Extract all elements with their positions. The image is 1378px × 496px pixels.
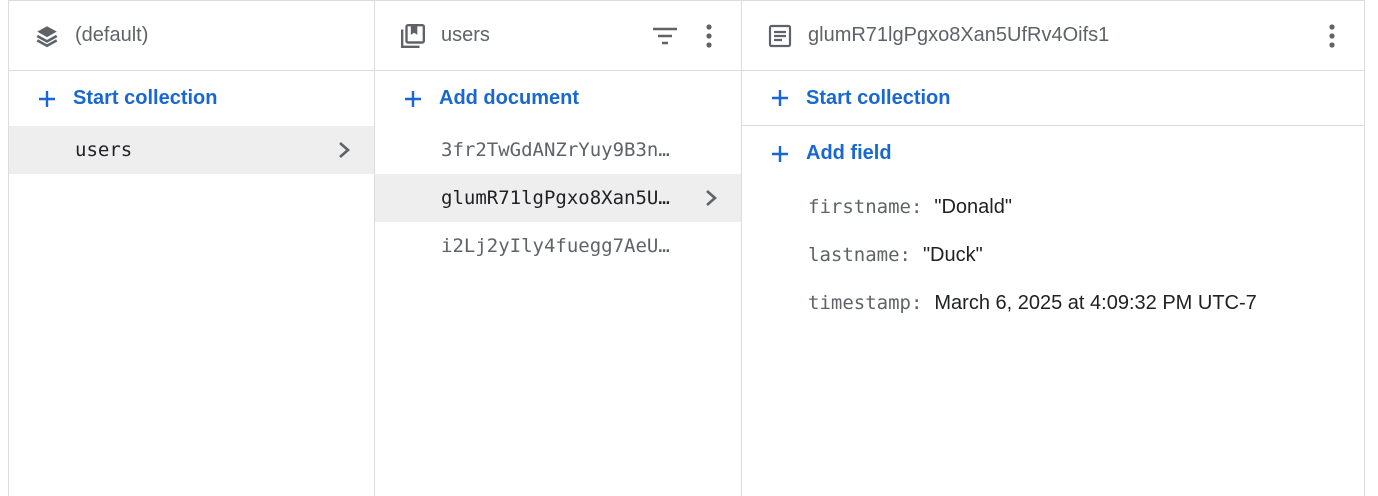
- document-panel-header: glumR71lgPgxo8Xan5UfRv4Oifs1: [742, 1, 1364, 71]
- chevron-right-icon: [332, 138, 356, 162]
- field-value: "Duck": [922, 243, 983, 266]
- database-panel: (default) Start collection users: [8, 0, 374, 496]
- plus-icon: [768, 86, 792, 110]
- field-value: March 6, 2025 at 4:09:32 PM UTC-7: [934, 291, 1257, 314]
- more-vert-icon[interactable]: [1314, 18, 1350, 54]
- document-panel: glumR71lgPgxo8Xan5UfRv4Oifs1 Start colle…: [741, 0, 1365, 496]
- field-key: firstname:: [808, 196, 923, 218]
- field-key: lastname:: [808, 244, 911, 266]
- document-icon: [766, 22, 794, 50]
- collection-panel-header: users: [375, 1, 741, 71]
- filter-icon[interactable]: [647, 18, 683, 54]
- document-item[interactable]: 3fr2TwGdANZrYuy9B3n…: [375, 126, 741, 174]
- database-stack-icon: [33, 22, 61, 50]
- database-panel-header: (default): [9, 1, 374, 71]
- field-row-lastname[interactable]: lastname: "Duck": [808, 231, 1364, 279]
- document-item-label: 3fr2TwGdANZrYuy9B3n…: [441, 139, 670, 161]
- document-item-label: glumR71lgPgxo8Xan5U…: [441, 187, 670, 209]
- field-key: timestamp:: [808, 292, 923, 314]
- add-document-button[interactable]: Add document: [375, 71, 741, 126]
- start-collection-label: Start collection: [73, 87, 218, 109]
- document-item-selected[interactable]: glumR71lgPgxo8Xan5U…: [375, 174, 741, 222]
- start-collection-button[interactable]: Start collection: [9, 71, 374, 126]
- collection-item-users[interactable]: users: [9, 126, 374, 174]
- chevron-right-icon: [699, 186, 723, 210]
- collection-title: users: [441, 24, 490, 46]
- more-vert-icon[interactable]: [691, 18, 727, 54]
- document-header-actions: [1314, 1, 1350, 71]
- field-list: firstname: "Donald" lastname: "Duck" tim…: [742, 181, 1364, 327]
- plus-icon: [35, 87, 59, 111]
- collection-item-label: users: [75, 139, 133, 161]
- database-title: (default): [75, 24, 149, 46]
- plus-icon: [401, 87, 425, 111]
- document-title: glumR71lgPgxo8Xan5UfRv4Oifs1: [808, 24, 1110, 46]
- plus-icon: [768, 142, 792, 166]
- collection-panel: users Add document 3fr2TwGdANZrYuy9B3n… …: [374, 0, 741, 496]
- collection-icon: [399, 22, 427, 50]
- start-subcollection-label: Start collection: [806, 86, 951, 109]
- add-field-label: Add field: [806, 142, 892, 164]
- document-item[interactable]: i2Lj2yIly4fuegg7AeU…: [375, 222, 741, 270]
- start-subcollection-button[interactable]: Start collection: [742, 71, 1364, 126]
- add-document-label: Add document: [439, 87, 579, 109]
- collection-header-actions: [647, 1, 727, 71]
- add-field-button[interactable]: Add field: [742, 126, 1364, 181]
- document-item-label: i2Lj2yIly4fuegg7AeU…: [441, 235, 670, 257]
- field-row-firstname[interactable]: firstname: "Donald": [808, 183, 1364, 231]
- field-row-timestamp[interactable]: timestamp: March 6, 2025 at 4:09:32 PM U…: [808, 279, 1364, 327]
- field-value: "Donald": [934, 195, 1012, 218]
